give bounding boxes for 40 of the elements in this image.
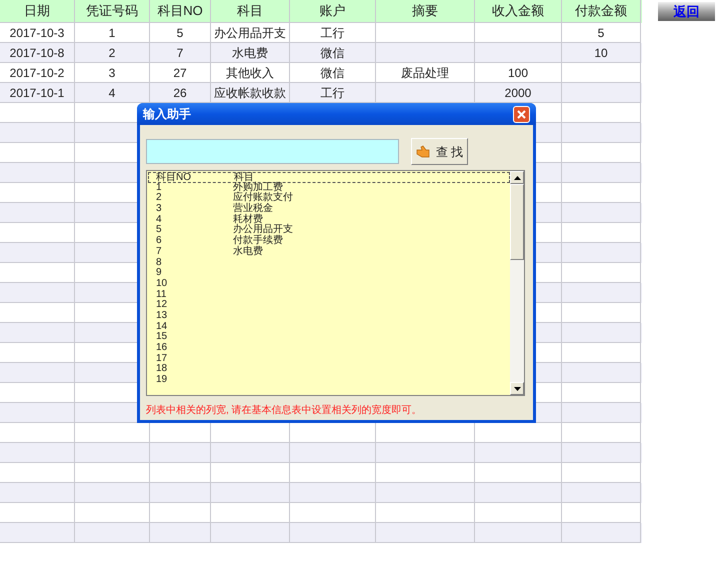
list-cell-text: 19 [156, 375, 168, 386]
list-cell-text: 3 [156, 204, 163, 215]
list-header: 科目NO [155, 173, 192, 182]
list-header: 科目 [234, 173, 254, 182]
list-cell-text: 7 [156, 246, 163, 258]
hand-icon [416, 145, 430, 158]
list-cell-text: 1 [156, 182, 163, 193]
list-cell-text: 10 [156, 278, 168, 290]
list-cell-text: 14 [156, 322, 168, 332]
close-button[interactable] [513, 106, 530, 122]
search-field[interactable] [146, 139, 399, 164]
list-cell-text: 8 [156, 258, 163, 268]
list-cell-text: 12 [156, 300, 168, 311]
list-cell-text: 13 [156, 310, 168, 322]
list-cell-text: 11 [156, 290, 168, 300]
list-cell-text: 2 [156, 193, 163, 204]
list-cell-text: 18 [156, 364, 168, 375]
list-cell-text: 9 [156, 268, 163, 279]
list-cell-text: 外购加工费 [233, 182, 283, 193]
list-cell-text: 17 [156, 354, 168, 364]
list-cell-text: 6 [156, 236, 163, 247]
list-cell-text: 办公用品开支 [233, 225, 293, 236]
list-cell-text: 耗材费 [233, 214, 263, 225]
hint-message: 列表中相关的列宽, 请在基本信息表中设置相关列的宽度即可。 [146, 404, 422, 418]
window-title: 输入助手 [143, 106, 191, 123]
return-button[interactable]: 返回 [658, 2, 715, 21]
list-cell-text: 4 [156, 214, 163, 225]
list-cell-text: 营业税金 [233, 204, 273, 214]
list-cell-text: 应付账款支付 [233, 193, 293, 204]
search-button[interactable]: 查 找 [411, 138, 468, 165]
list-cell-text: 15 [156, 332, 168, 343]
list-cell-text: 16 [156, 343, 168, 354]
close-icon [517, 110, 526, 118]
scrollbar[interactable] [510, 171, 524, 395]
list-cell-text: 5 [156, 225, 163, 236]
list-cell-text: 付款手续费 [233, 236, 283, 246]
scroll-up-icon[interactable] [510, 171, 524, 184]
list-cell: 水电费 [233, 246, 263, 258]
scroll-thumb[interactable] [510, 184, 524, 260]
scroll-down-icon[interactable] [510, 382, 524, 395]
